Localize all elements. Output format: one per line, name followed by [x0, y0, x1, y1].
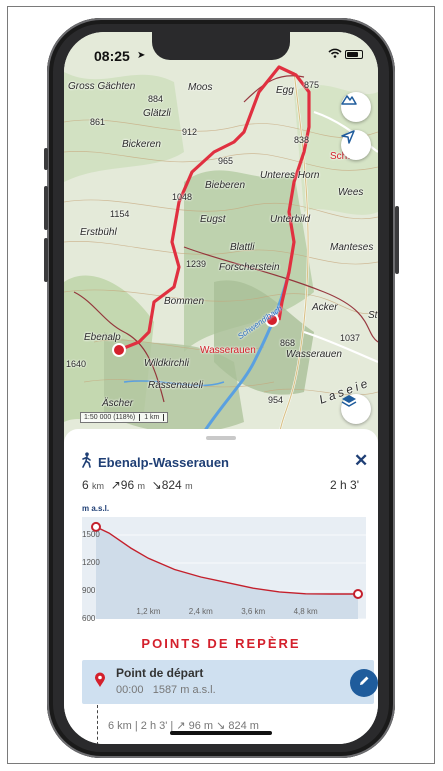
battery-icon — [345, 50, 363, 59]
route-stats: 6 km ↗96 m ↘824 m — [82, 478, 193, 492]
descent-unit: m — [185, 481, 193, 491]
y-tick-label: 1200 — [82, 558, 100, 567]
waypoint-time: 00:00 — [116, 684, 144, 696]
phone-notch — [152, 32, 290, 60]
map-label: 868 — [280, 338, 296, 348]
sheet-grabber[interactable] — [206, 436, 236, 440]
map-label: Glätzli — [143, 108, 171, 119]
map-label: Manteses — [330, 242, 374, 253]
map-label: Wees — [338, 187, 364, 198]
descent-value: 824 — [161, 478, 182, 492]
waypoint-start-row[interactable]: Point de départ 00:00 1587 m a.s.l. — [82, 660, 378, 704]
map-label: Wildkirchli — [144, 358, 189, 369]
clock: 08:25 — [94, 48, 130, 64]
y-tick-label: 1500 — [82, 530, 100, 539]
volume-up-button — [44, 186, 48, 230]
map-label: 1154 — [110, 209, 130, 219]
map-label: 954 — [268, 395, 284, 405]
map-label: Bommen — [164, 296, 205, 307]
x-tick-label: 2,4 km — [188, 607, 213, 616]
map-scale: 1:50 000 (118%) 1 km — [80, 412, 169, 423]
waypoint-meta: 00:00 1587 m a.s.l. — [116, 684, 216, 696]
ascent-icon: ↗ — [110, 478, 121, 492]
map-label: Forscherstein — [219, 262, 280, 273]
topographic-map[interactable]: Gross Gächten Moos 884 Glätzli 861 912 B… — [64, 32, 378, 442]
close-icon[interactable]: ✕ — [354, 451, 368, 471]
map-label: 1037 — [340, 333, 361, 343]
map-label: Blattli — [230, 242, 255, 253]
distance-unit: km — [92, 481, 105, 491]
home-indicator[interactable] — [170, 731, 272, 735]
waypoint-name: Point de départ — [116, 666, 204, 680]
map-label: Äscher — [102, 398, 134, 409]
map-label: Unterbild — [270, 214, 311, 225]
y-tick-label: 900 — [82, 586, 96, 595]
map-label: Eugst — [200, 214, 226, 225]
route-details-sheet[interactable]: Ebenalp-Wasserauen ✕ 6 km ↗96 m ↘824 m 2… — [64, 429, 378, 744]
map-label: 965 — [218, 156, 234, 166]
pencil-icon — [358, 674, 370, 692]
map-layers-button[interactable] — [341, 92, 371, 122]
map-label: 1640 — [66, 359, 87, 369]
map-label: Wasserauen — [200, 345, 256, 356]
x-tick-label: 4,8 km — [293, 607, 318, 616]
location-services-icon: ➤ — [137, 50, 146, 61]
map-label: Gross Gächten — [68, 81, 136, 92]
x-tick-label: 3,6 km — [241, 607, 266, 616]
route-title: Ebenalp-Wasserauen — [98, 455, 230, 470]
map-label: Rässenaueli — [148, 380, 204, 391]
hiker-icon — [81, 452, 93, 473]
map-label: 884 — [148, 94, 164, 104]
volume-down-button — [44, 238, 48, 282]
map-label: 912 — [182, 127, 198, 137]
ascent-value: 96 — [120, 478, 135, 492]
map-label: Egg — [276, 85, 294, 96]
distance-value: 6 — [82, 478, 89, 492]
locate-button[interactable] — [341, 130, 371, 160]
map-label: 875 — [304, 80, 320, 90]
elevation-profile-chart[interactable] — [82, 507, 366, 619]
map-label: St — [368, 310, 378, 321]
map-label: Acker — [312, 302, 338, 313]
route-duration: 2 h 3' — [330, 478, 359, 492]
map-label: 838 — [294, 135, 310, 145]
map-label: Wasserauen — [286, 349, 342, 360]
edit-button[interactable] — [350, 669, 378, 697]
x-tick-label: 1,2 km — [136, 607, 161, 616]
map-pin-icon — [94, 672, 106, 693]
map-label: 1239 — [186, 259, 207, 269]
waypoint-altitude: 1587 m a.s.l. — [152, 684, 216, 696]
mute-switch — [44, 148, 48, 170]
scale-bar: 1 km — [139, 414, 165, 421]
map-label: 861 — [90, 117, 106, 127]
layers-button[interactable] — [341, 394, 371, 424]
map-label: Bieberen — [205, 180, 246, 191]
map-label: Moos — [188, 82, 213, 93]
ascent-unit: m — [137, 481, 145, 491]
phone-screen: Gross Gächten Moos 884 Glätzli 861 912 B… — [64, 32, 378, 744]
wifi-icon — [328, 47, 342, 61]
end-marker — [353, 588, 363, 599]
map-label: Unteres Horn — [260, 170, 320, 181]
y-tick-label: 600 — [82, 614, 96, 623]
scale-text: 1:50 000 (118%) — [84, 414, 136, 421]
map-label: Bickeren — [122, 139, 161, 150]
timeline-connector — [97, 705, 98, 744]
map-label: Erstbühl — [80, 227, 117, 238]
power-button — [395, 206, 399, 274]
map-label: 1048 — [172, 192, 193, 202]
map-label: Ebenalp — [84, 332, 121, 343]
landmarks-section-title: POINTS DE REPÈRE — [141, 636, 301, 651]
descent-icon: ↘ — [151, 478, 162, 492]
